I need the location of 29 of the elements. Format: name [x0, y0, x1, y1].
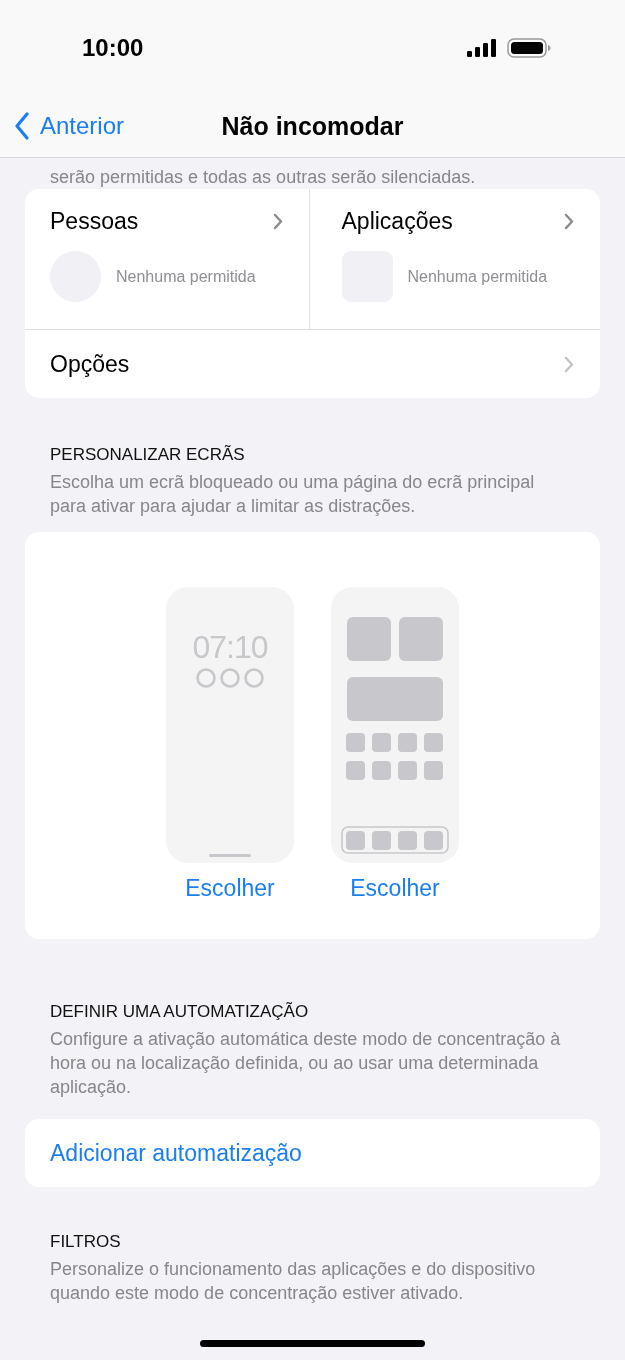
home-bar — [209, 854, 251, 857]
note-text: Nenhuma permitida — [407, 267, 548, 286]
back-chevron-icon — [14, 112, 30, 140]
picker-title: Pessoas — [50, 207, 139, 235]
apps-picker[interactable]: Aplicações Nenhuma permitida — [308, 189, 600, 329]
back-button[interactable]: Anterior — [14, 112, 125, 140]
choose-button[interactable]: Escolher — [185, 875, 275, 902]
widget-circles-icon — [196, 667, 264, 689]
picker-title: Aplicações — [341, 207, 453, 235]
clock-time: 10:00 — [82, 33, 144, 62]
page-title: Não incomodar — [221, 111, 404, 141]
note-text: Nenhuma permitida — [116, 267, 256, 286]
section-header: DEFINIR UMA AUTOMATIZAÇÃO — [49, 1001, 310, 1023]
chevron-icon — [272, 212, 283, 230]
chevron-icon — [564, 212, 574, 230]
section-header: FILTROS — [49, 1231, 122, 1253]
signal-icon — [467, 38, 497, 57]
people-picker[interactable]: Pessoas Nenhuma permitida — [25, 189, 309, 329]
chevron-icon — [564, 355, 574, 373]
description-text: serão permitidas e todas as outras serão silenciadas. — [49, 166, 477, 189]
battery-icon — [507, 37, 551, 58]
options-label: Opções — [50, 350, 130, 378]
choose-button[interactable]: Escolher — [350, 875, 440, 902]
options-row[interactable]: Opções — [25, 330, 600, 398]
section-description: Configure a ativação automática deste modo de concentração à hora ou na localização definida, ou ao usar uma determinada aplicação. — [49, 1028, 562, 1099]
section-description: Personalize o funcionamento das aplicações e do dispositivo quando este modo de concentração estiver ativado. — [49, 1258, 537, 1305]
add-automation-button[interactable]: Adicionar automatização — [25, 1139, 302, 1167]
section-header: PERSONALIZAR ECRÃS — [49, 444, 246, 466]
section-description: Escolha um ecrã bloqueado ou uma página do ecrã principal para ativar para ajudar a limitar as distrações. — [49, 471, 536, 518]
